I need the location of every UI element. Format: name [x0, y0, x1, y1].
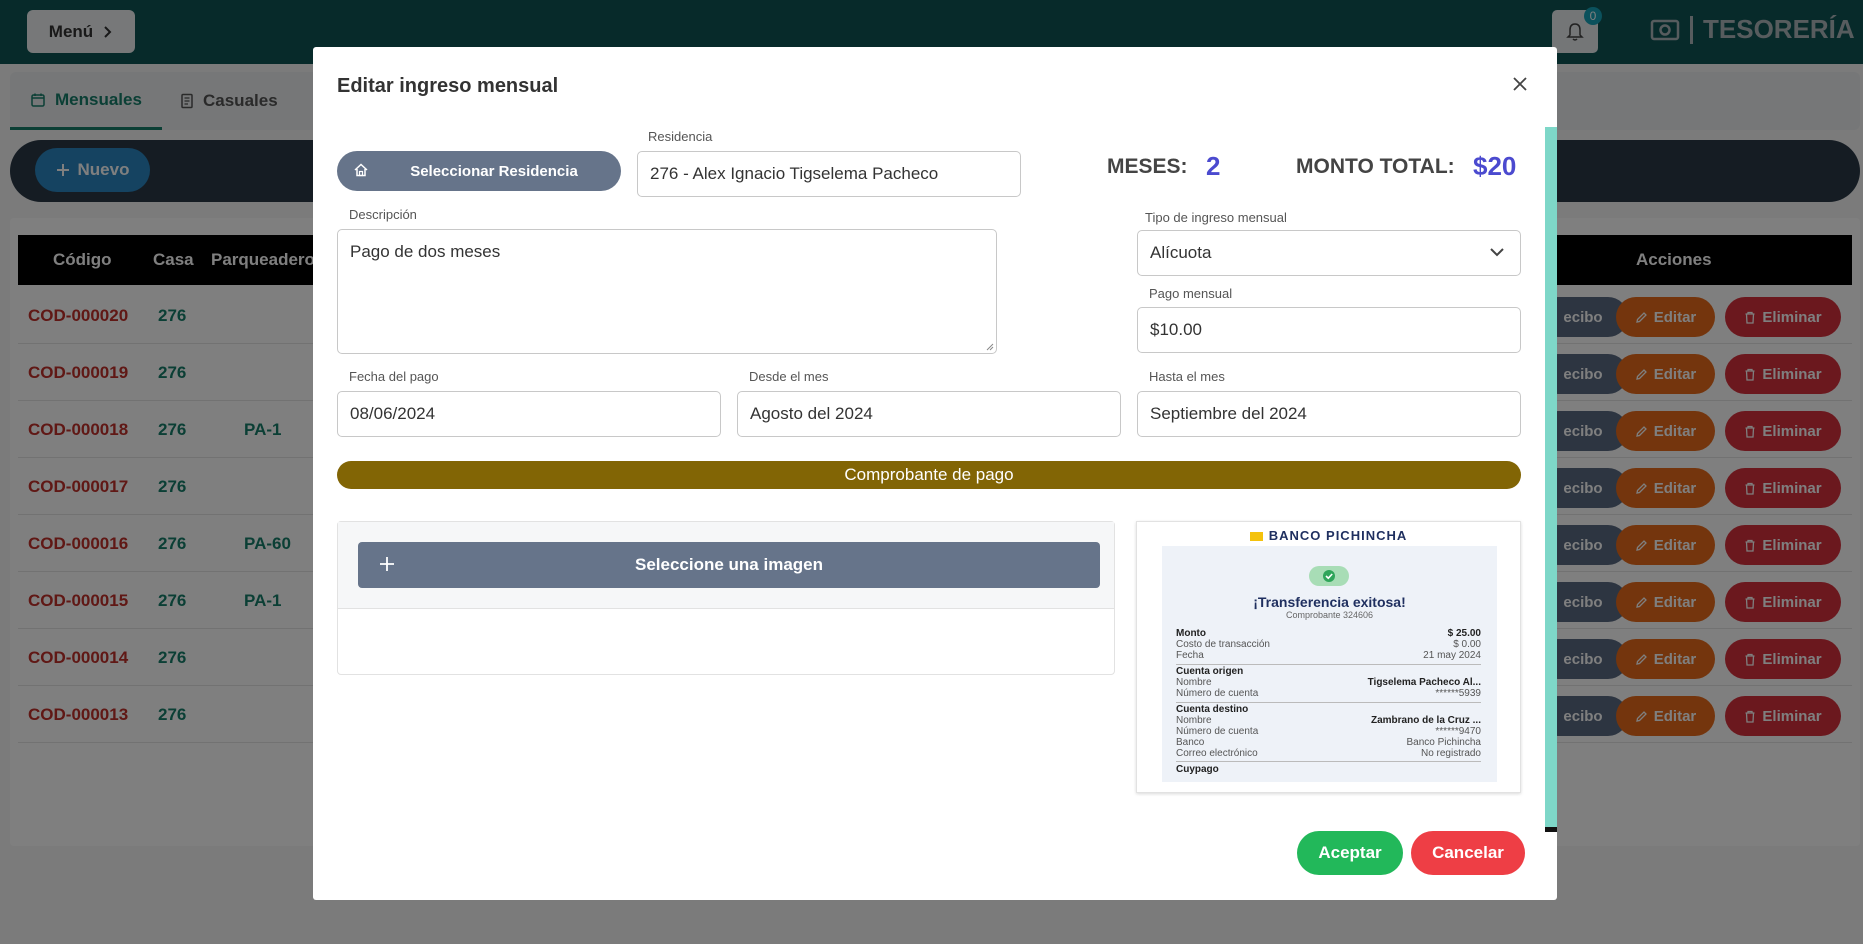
modal-title: Editar ingreso mensual: [337, 75, 559, 97]
receipt-banco-label: Banco: [1176, 737, 1205, 748]
receipt-correo-label: Correo electrónico: [1176, 748, 1258, 759]
pago-mensual-field[interactable]: $10.00: [1137, 307, 1521, 353]
monto-total-value: $20: [1473, 151, 1517, 181]
select-residence-button[interactable]: Seleccionar Residencia: [337, 151, 621, 191]
residence-value: 276 - Alex Ignacio Tigselema Pacheco: [650, 164, 939, 183]
receipt-row-monto: Monto $ 25.00: [1176, 628, 1481, 639]
receipt-destino-numero: ******9470: [1435, 726, 1481, 737]
pago-mensual-label: Pago mensual: [1149, 286, 1233, 301]
desde-mes-field[interactable]: Agosto del 2024: [737, 391, 1121, 437]
resize-handle-icon[interactable]: [986, 343, 994, 351]
receipt-row-origen-numero: Número de cuenta ******5939: [1176, 688, 1481, 699]
select-image-button[interactable]: Seleccione una imagen: [358, 542, 1100, 588]
edit-income-modal: Editar ingreso mensual Seleccionar Resid…: [313, 47, 1557, 900]
receipt-destino-nombre: Zambrano de la Cruz ...: [1370, 715, 1481, 726]
accept-button[interactable]: Aceptar: [1297, 831, 1403, 875]
close-button[interactable]: [1505, 69, 1535, 99]
receipt-row-banco: Banco Banco Pichincha: [1176, 737, 1481, 748]
residence-label: Residencia: [648, 129, 713, 144]
receipt-row-destino-numero: Número de cuenta ******9470: [1176, 726, 1481, 737]
desde-mes-label: Desde el mes: [749, 369, 829, 384]
fecha-pago-field[interactable]: 08/06/2024: [337, 391, 721, 437]
scrollbar-end: [1545, 827, 1557, 832]
comprobante-header: Comprobante de pago: [337, 461, 1521, 489]
bank-logo-icon: [1249, 532, 1263, 542]
receipt-footer-text: Cuypago: [1176, 764, 1219, 775]
receipt-row-destino-nombre: Nombre Zambrano de la Cruz ...: [1176, 715, 1481, 726]
image-uploader: Seleccione una imagen: [337, 521, 1115, 675]
receipt-origen-nombre: Tigselema Pacheco Al...: [1367, 677, 1481, 688]
meses-value: 2: [1206, 151, 1221, 181]
desde-mes-value: Agosto del 2024: [750, 404, 873, 423]
meses-label: MESES:: [1107, 155, 1188, 178]
cancel-button[interactable]: Cancelar: [1411, 831, 1525, 875]
tipo-ingreso-select[interactable]: Alícuota: [1137, 230, 1521, 276]
hasta-mes-label: Hasta el mes: [1149, 369, 1225, 384]
receipt-image: BANCO PICHINCHA ¡Transferencia exitosa! …: [1136, 521, 1521, 793]
descripcion-label: Descripción: [349, 207, 417, 222]
descripcion-textarea[interactable]: Pago de dos meses: [337, 229, 997, 354]
receipt-fecha-label: Fecha: [1176, 650, 1204, 661]
receipt-fecha-value: 21 may 2024: [1423, 650, 1481, 661]
receipt-origen-title: Cuenta origen: [1176, 666, 1481, 677]
receipt-costo-value: $ 0.00: [1453, 639, 1481, 650]
receipt-destino-title-text: Cuenta destino: [1176, 704, 1249, 715]
modal-scrollbar[interactable]: [1545, 127, 1557, 832]
uploader-header: Seleccione una imagen: [338, 522, 1114, 609]
receipt-costo-label: Costo de transacción: [1176, 639, 1270, 650]
receipt-nombre-label: Nombre: [1176, 677, 1212, 688]
receipt-paper: ¡Transferencia exitosa! Comprobante 3246…: [1162, 546, 1497, 782]
tipo-ingreso-value: Alícuota: [1150, 243, 1212, 262]
plus-icon: [380, 557, 394, 571]
receipt-banco-value: Banco Pichincha: [1406, 737, 1482, 748]
receipt-divider: [1176, 664, 1481, 665]
hasta-mes-value: Septiembre del 2024: [1150, 404, 1307, 423]
check-icon: [1309, 566, 1349, 586]
close-icon: [1513, 77, 1527, 91]
fecha-pago-label: Fecha del pago: [349, 369, 439, 384]
tipo-ingreso-label: Tipo de ingreso mensual: [1145, 210, 1287, 225]
hasta-mes-field[interactable]: Septiembre del 2024: [1137, 391, 1521, 437]
receipt-monto-value: $ 25.00: [1447, 628, 1481, 639]
receipt-numero-label: Número de cuenta: [1176, 726, 1259, 737]
receipt-divider: [1176, 702, 1481, 703]
select-residence-label: Seleccionar Residencia: [410, 162, 578, 180]
receipt-monto-label: Monto: [1176, 628, 1206, 639]
receipt-origen-numero: ******5939: [1435, 688, 1481, 699]
receipt-row-correo: Correo electrónico No registrado: [1176, 748, 1481, 759]
receipt-row-costo: Costo de transacción $ 0.00: [1176, 639, 1481, 650]
receipt-origen-title-text: Cuenta origen: [1176, 666, 1244, 677]
select-image-label: Seleccione una imagen: [634, 555, 823, 574]
receipt-numero-label: Número de cuenta: [1176, 688, 1259, 699]
pago-mensual-value: $10.00: [1150, 320, 1202, 339]
receipt-row-fecha: Fecha 21 may 2024: [1176, 650, 1481, 661]
descripcion-value: Pago de dos meses: [350, 242, 501, 261]
receipt-correo-value: No registrado: [1420, 748, 1481, 759]
bank-name: BANCO PICHINCHA: [1268, 528, 1408, 543]
receipt-destino-title: Cuenta destino: [1176, 704, 1481, 715]
bank-logo: BANCO PICHINCHA: [1137, 528, 1520, 543]
receipt-divider: [1176, 761, 1481, 762]
chevron-down-icon: [1490, 248, 1504, 257]
receipt-title: ¡Transferencia exitosa!: [1253, 594, 1406, 610]
monto-total-label: MONTO TOTAL:: [1296, 155, 1455, 178]
receipt-nombre-label: Nombre: [1176, 715, 1212, 726]
receipt-row-origen-nombre: Nombre Tigselema Pacheco Al...: [1176, 677, 1481, 688]
fecha-pago-value: 08/06/2024: [350, 404, 436, 423]
receipt-footer: Cuypago: [1176, 764, 1481, 775]
residence-field[interactable]: 276 - Alex Ignacio Tigselema Pacheco: [637, 151, 1021, 197]
receipt-comprobante: Comprobante 324606: [1285, 610, 1374, 620]
